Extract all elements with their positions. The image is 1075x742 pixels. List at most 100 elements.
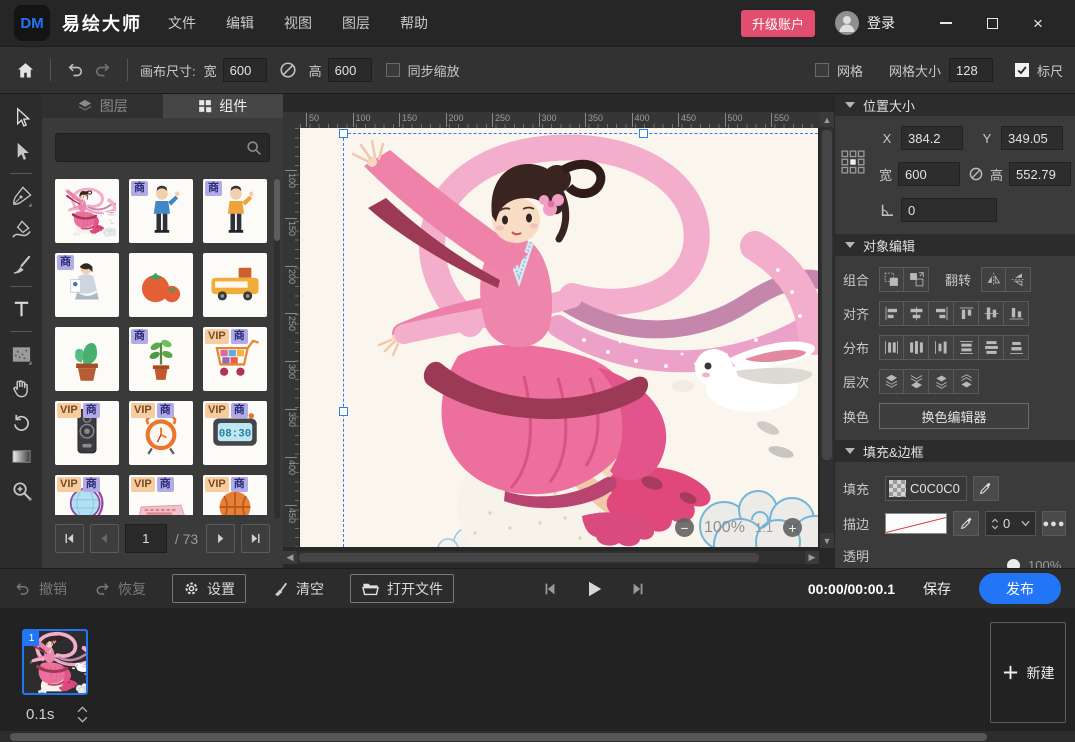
canvas-horizontal-scrollbar[interactable]: ◀ ▶ xyxy=(283,551,819,564)
bring-to-front-button[interactable] xyxy=(879,369,904,394)
curve-pen-tool-button[interactable] xyxy=(6,215,36,245)
last-page-button[interactable] xyxy=(241,524,270,553)
selection-handle-left-mid[interactable] xyxy=(339,407,348,416)
menu-help[interactable]: 帮助 xyxy=(400,13,428,33)
stroke-eyedropper-button[interactable] xyxy=(953,511,979,536)
component-thumbnail-man-orange[interactable]: 商 xyxy=(203,179,267,243)
dist-top-button[interactable] xyxy=(954,335,979,360)
canvas-vertical-scrollbar[interactable]: ▲ ▼ xyxy=(820,112,834,548)
unlink-size-icon[interactable] xyxy=(968,166,984,182)
dist-bottom-button[interactable] xyxy=(1004,335,1029,360)
rotate-tool-button[interactable] xyxy=(6,407,36,437)
component-thumbnail-remote[interactable]: VIP商 xyxy=(55,401,119,465)
component-thumbnail-digital-clock[interactable]: VIP商08:30 xyxy=(203,401,267,465)
align-bottom-button[interactable] xyxy=(1004,301,1029,326)
clear-button[interactable]: 清空 xyxy=(272,579,324,599)
prev-page-button[interactable] xyxy=(90,524,119,553)
x-input[interactable] xyxy=(901,126,963,150)
minimize-button[interactable] xyxy=(923,8,969,38)
undo-frame-button[interactable]: 撤销 xyxy=(14,579,67,599)
prev-frame-icon[interactable] xyxy=(542,581,558,597)
avatar[interactable] xyxy=(835,11,859,35)
component-thumbnail-cart[interactable]: VIP商 xyxy=(203,327,267,391)
open-file-button[interactable]: 打开文件 xyxy=(350,574,454,603)
group-button[interactable] xyxy=(879,267,904,292)
play-icon[interactable] xyxy=(584,579,604,599)
align-center-h-button[interactable] xyxy=(904,301,929,326)
new-frame-button[interactable]: 新建 xyxy=(990,622,1066,723)
publish-button[interactable]: 发布 xyxy=(979,573,1061,604)
image-tool-button[interactable] xyxy=(6,339,36,369)
close-button[interactable]: × xyxy=(1015,8,1061,38)
zoom-in-button[interactable]: + xyxy=(783,518,802,537)
first-page-button[interactable] xyxy=(55,524,84,553)
section-object-header[interactable]: 对象编辑 xyxy=(835,234,1075,256)
send-backward-button[interactable] xyxy=(954,369,979,394)
canvas-width-input[interactable] xyxy=(223,58,267,82)
settings-button[interactable]: 设置 xyxy=(172,574,246,603)
unlink-icon[interactable] xyxy=(275,57,301,83)
page-input[interactable] xyxy=(125,524,167,553)
dist-center-h-button[interactable] xyxy=(904,335,929,360)
upgrade-account-button[interactable]: 升级账户 xyxy=(741,10,815,37)
align-top-button[interactable] xyxy=(954,301,979,326)
search-input[interactable] xyxy=(56,134,269,161)
align-right-button[interactable] xyxy=(929,301,954,326)
bring-forward-button[interactable] xyxy=(929,369,954,394)
grid-checkbox[interactable] xyxy=(815,63,829,77)
login-button[interactable]: 登录 xyxy=(867,13,895,33)
anchor-grid-icon[interactable] xyxy=(841,150,865,177)
menu-view[interactable]: 视图 xyxy=(284,13,312,33)
zoom-out-button[interactable]: − xyxy=(675,518,694,537)
scroll-right-icon[interactable]: ▶ xyxy=(805,551,819,564)
zoom-tool-button[interactable] xyxy=(6,475,36,505)
component-thumbnail-cactus[interactable] xyxy=(55,327,119,391)
canvas-artwork[interactable] xyxy=(300,128,818,547)
selection-handle-top-mid[interactable] xyxy=(639,129,648,138)
flip-h-button[interactable] xyxy=(981,267,1006,292)
redo-frame-button[interactable]: 恢复 xyxy=(93,579,146,599)
dist-left-button[interactable] xyxy=(879,335,904,360)
stroke-width-stepper[interactable]: 0 xyxy=(985,511,1036,536)
component-thumbnail-globe[interactable]: VIP商 xyxy=(55,475,119,515)
brush-tool-button[interactable] xyxy=(6,249,36,279)
duration-stepper[interactable] xyxy=(76,706,89,723)
menu-edit[interactable]: 编辑 xyxy=(226,13,254,33)
drawing-canvas[interactable]: − 100% 1:1 + xyxy=(300,128,818,547)
canvas-height-input[interactable] xyxy=(328,58,372,82)
redo-button[interactable] xyxy=(89,57,115,83)
stepper-up-icon[interactable] xyxy=(76,706,89,713)
direct-select-tool-button[interactable] xyxy=(6,136,36,166)
component-thumbnail-alarm-clock[interactable]: VIP商 xyxy=(129,401,193,465)
align-middle-v-button[interactable] xyxy=(979,301,1004,326)
component-thumbnail-dancer[interactable] xyxy=(55,179,119,243)
send-to-back-button[interactable] xyxy=(904,369,929,394)
hand-tool-button[interactable] xyxy=(6,373,36,403)
component-thumbnail-woman-kneel[interactable]: 商 xyxy=(55,253,119,317)
component-thumbnail-basketball[interactable]: VIP商 xyxy=(203,475,267,515)
stepper-down-icon[interactable] xyxy=(76,716,89,723)
left-panel-scrollbar[interactable] xyxy=(274,179,280,519)
dist-middle-v-button[interactable] xyxy=(979,335,1004,360)
timeline-scrollbar[interactable] xyxy=(0,731,1075,742)
text-tool-button[interactable] xyxy=(6,294,36,324)
scroll-left-icon[interactable]: ◀ xyxy=(283,551,297,564)
save-button[interactable]: 保存 xyxy=(923,579,951,599)
height-input[interactable] xyxy=(1009,162,1071,186)
menu-file[interactable]: 文件 xyxy=(168,13,196,33)
gradient-tool-button[interactable] xyxy=(6,441,36,471)
tab-layers[interactable]: 图层 xyxy=(42,94,163,118)
component-thumbnail-plant[interactable]: 商 xyxy=(129,327,193,391)
zoom-ratio-button[interactable]: 1:1 xyxy=(755,520,773,535)
y-input[interactable] xyxy=(1001,126,1063,150)
stroke-more-button[interactable]: ●●● xyxy=(1042,511,1066,536)
menu-layer[interactable]: 图层 xyxy=(342,13,370,33)
maximize-button[interactable] xyxy=(969,8,1015,38)
flip-v-button[interactable] xyxy=(1006,267,1031,292)
opacity-slider-knob[interactable] xyxy=(1007,559,1020,569)
fill-color-box[interactable]: C0C0C0 xyxy=(885,476,967,501)
grid-size-input[interactable] xyxy=(949,58,993,82)
component-thumbnail-man-blue[interactable]: 商 xyxy=(129,179,193,243)
ruler-checkbox[interactable] xyxy=(1015,63,1029,77)
home-button[interactable] xyxy=(12,57,38,83)
